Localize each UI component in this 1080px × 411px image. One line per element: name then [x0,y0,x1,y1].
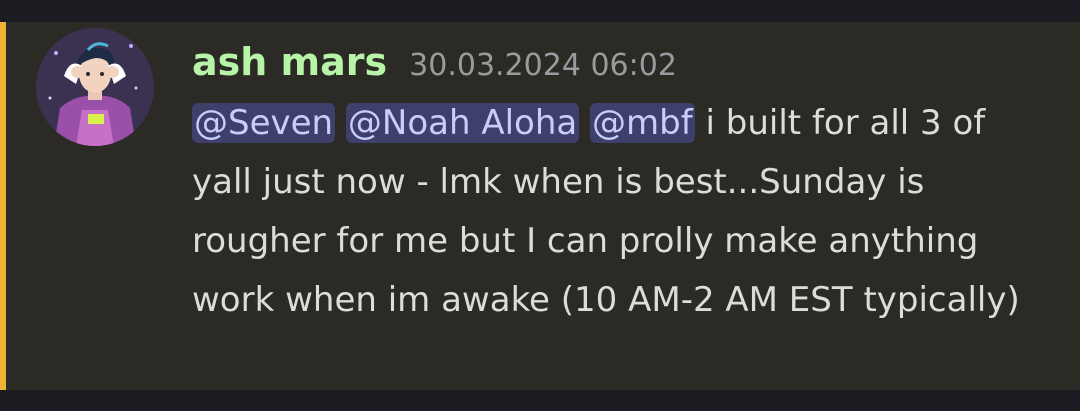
mention-noah-aloha[interactable]: @Noah Aloha [345,103,580,143]
avatar[interactable] [36,28,154,146]
chat-message[interactable]: ash mars 30.03.2024 06:02 @Seven @Noah Al… [0,22,1080,390]
highlight-accent-bar [0,22,6,390]
message-timestamp: 30.03.2024 06:02 [409,48,677,83]
mention-seven[interactable]: @Seven [192,103,336,143]
message-content: @Seven @Noah Aloha @mbf i built for all … [192,94,1052,330]
mention-mbf[interactable]: @mbf [590,103,695,143]
top-divider [0,0,1080,22]
avatar-image [36,28,154,146]
username[interactable]: ash mars [192,40,387,84]
message-header: ash mars 30.03.2024 06:02 [192,40,677,88]
bottom-divider [0,390,1080,411]
